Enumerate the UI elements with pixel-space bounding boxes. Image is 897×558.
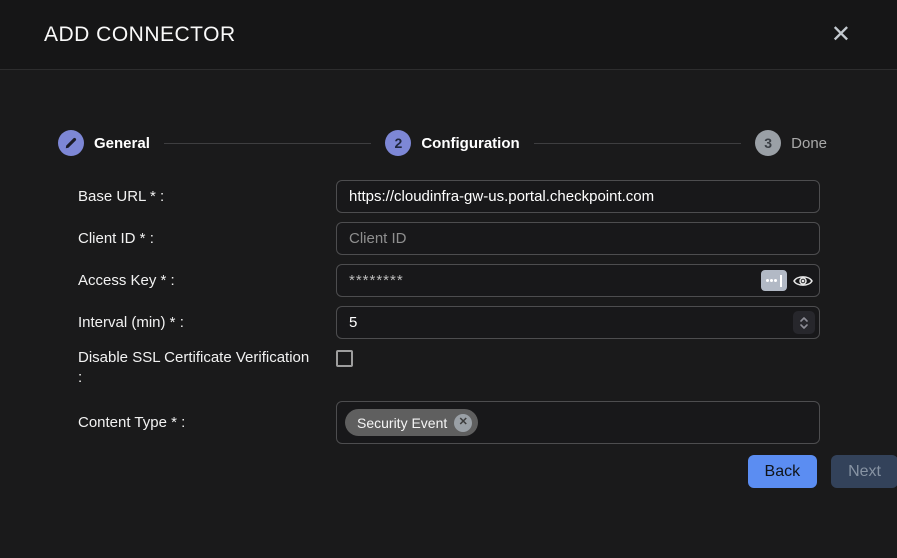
base-url-input[interactable] <box>336 180 820 213</box>
base-url-label: Base URL * : <box>78 187 336 207</box>
client-id-row: Client ID * : <box>78 222 897 255</box>
dialog-footer: Back Next <box>78 455 897 488</box>
close-icon[interactable]: ✕ <box>825 21 857 49</box>
dialog-header: ADD CONNECTOR ✕ <box>0 0 897 70</box>
interval-row: Interval (min) * : <box>78 306 897 339</box>
content-type-row: Content Type * : Security Event ✕ <box>78 401 897 444</box>
base-url-row: Base URL * : <box>78 180 897 213</box>
content-type-label: Content Type * : <box>78 401 336 433</box>
step-configuration[interactable]: 2 Configuration <box>385 130 519 156</box>
autofill-ellipsis-icon[interactable] <box>761 270 787 291</box>
pencil-icon <box>58 130 84 156</box>
content-type-input[interactable]: Security Event ✕ <box>336 401 820 444</box>
tag-remove-icon[interactable]: ✕ <box>454 414 472 432</box>
number-stepper-icon[interactable] <box>793 311 815 334</box>
access-key-row: Access Key * : <box>78 264 897 297</box>
step-configuration-label: Configuration <box>421 135 519 152</box>
interval-label: Interval (min) * : <box>78 313 336 333</box>
disable-ssl-checkbox[interactable] <box>336 350 353 367</box>
dialog-title: ADD CONNECTOR <box>44 23 236 47</box>
disable-ssl-label: Disable SSL Certificate Verification : <box>78 348 336 388</box>
step-general-label: General <box>94 135 150 152</box>
stepper-connector <box>164 143 371 144</box>
add-connector-dialog: ADD CONNECTOR ✕ General 2 Configuration … <box>0 0 897 558</box>
step-done-label: Done <box>791 135 827 152</box>
tag-security-event: Security Event ✕ <box>345 409 478 436</box>
access-key-icons <box>761 264 813 297</box>
eye-icon[interactable] <box>793 274 813 288</box>
step-2-badge: 2 <box>385 130 411 156</box>
wizard-stepper: General 2 Configuration 3 Done <box>58 130 827 156</box>
access-key-label: Access Key * : <box>78 271 336 291</box>
back-button[interactable]: Back <box>748 455 818 488</box>
client-id-input[interactable] <box>336 222 820 255</box>
disable-ssl-row: Disable SSL Certificate Verification : <box>78 348 897 388</box>
next-button[interactable]: Next <box>831 455 897 488</box>
step-done: 3 Done <box>755 130 827 156</box>
step-general[interactable]: General <box>58 130 150 156</box>
stepper-connector <box>534 143 741 144</box>
configuration-form: Base URL * : Client ID * : Access Key * … <box>78 180 897 488</box>
access-key-input[interactable] <box>336 264 820 297</box>
step-3-badge: 3 <box>755 130 781 156</box>
interval-input[interactable] <box>336 306 820 339</box>
tag-label: Security Event <box>357 415 447 431</box>
client-id-label: Client ID * : <box>78 229 336 249</box>
